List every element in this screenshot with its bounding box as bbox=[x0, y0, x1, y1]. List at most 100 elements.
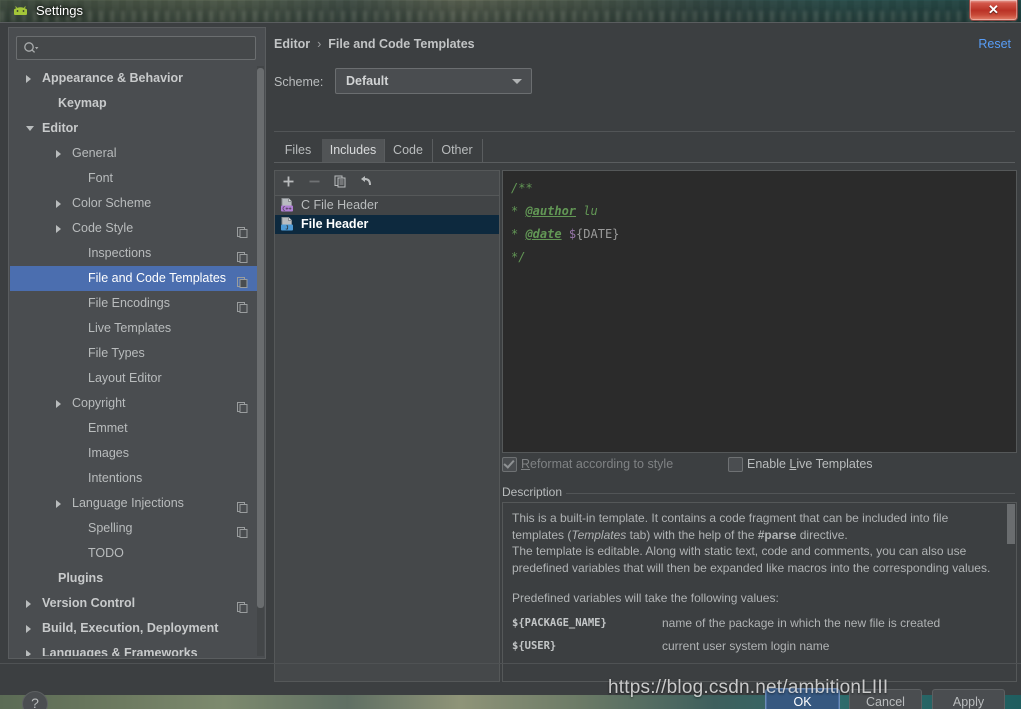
sidebar-item-label: General bbox=[72, 146, 117, 160]
chevron-down-icon[interactable] bbox=[26, 126, 34, 131]
sidebar-item-spelling[interactable]: Spelling bbox=[10, 516, 264, 541]
desc-p1-c: directive. bbox=[796, 527, 848, 542]
code-macro-name: {DATE} bbox=[576, 227, 620, 241]
description-panel: This is a built-in template. It contains… bbox=[502, 502, 1017, 682]
code-line-4: */ bbox=[511, 250, 526, 264]
tab-includes[interactable]: Includes bbox=[322, 139, 385, 162]
template-options: Reformat according to style Enable Live T… bbox=[502, 454, 1015, 474]
template-code-editor[interactable]: /** * @author lu * @date ${DATE} */ bbox=[502, 170, 1017, 453]
search-box[interactable] bbox=[16, 36, 256, 61]
checkbox-label[interactable]: Enable Live Templates bbox=[747, 454, 873, 474]
template-list-item[interactable]: J File Header bbox=[275, 215, 499, 234]
sidebar-item-live-templates[interactable]: Live Templates bbox=[10, 316, 264, 341]
checkbox-enable-live-templates[interactable] bbox=[728, 457, 743, 472]
sidebar-item-file-encodings[interactable]: File Encodings bbox=[10, 291, 264, 316]
code-tag-author: @author bbox=[525, 204, 577, 218]
plus-icon[interactable] bbox=[281, 174, 300, 193]
chevron-right-icon[interactable] bbox=[56, 500, 61, 508]
code-macro-dollar: $ bbox=[568, 227, 577, 241]
template-list-item[interactable]: C++ C File Header bbox=[275, 196, 499, 215]
scheme-dropdown[interactable]: Default bbox=[335, 68, 532, 94]
sidebar-item-label: Layout Editor bbox=[88, 371, 162, 385]
minus-icon bbox=[307, 174, 326, 193]
sidebar-item-build-execution-deployment[interactable]: Build, Execution, Deployment bbox=[10, 616, 264, 641]
template-code[interactable]: /** * @author lu * @date ${DATE} */ bbox=[503, 171, 1016, 269]
chevron-right-icon[interactable] bbox=[26, 625, 31, 633]
sidebar-item-editor[interactable]: Editor bbox=[10, 116, 264, 141]
sidebar-item-inspections[interactable]: Inspections bbox=[10, 241, 264, 266]
help-button[interactable]: ? bbox=[22, 691, 48, 709]
sidebar-item-plugins[interactable]: Plugins bbox=[10, 566, 264, 591]
description-variables-intro: Predefined variables will take the follo… bbox=[512, 591, 779, 605]
sidebar-item-version-control[interactable]: Version Control bbox=[10, 591, 264, 616]
copy-icon[interactable] bbox=[333, 174, 352, 193]
breadcrumb-parent[interactable]: Editor bbox=[274, 37, 310, 51]
chevron-right-icon[interactable] bbox=[56, 200, 61, 208]
sidebar-item-label: Live Templates bbox=[88, 321, 172, 335]
description-label: Description bbox=[502, 485, 569, 499]
template-list[interactable]: C++ C File Header J File Header bbox=[275, 196, 499, 234]
sidebar-item-intentions[interactable]: Intentions bbox=[10, 466, 264, 491]
revert-icon[interactable] bbox=[359, 174, 378, 193]
tab-files[interactable]: Files bbox=[274, 139, 323, 162]
description-text: This is a built-in template. It contains… bbox=[512, 510, 992, 661]
sidebar-item-languages-frameworks[interactable]: Languages & Frameworks bbox=[10, 641, 264, 656]
sidebar-item-code-style[interactable]: Code Style bbox=[10, 216, 264, 241]
sidebar-item-label: Appearance & Behavior bbox=[42, 71, 184, 85]
description-scrollbar-thumb[interactable] bbox=[1007, 504, 1015, 544]
chevron-right-icon[interactable] bbox=[26, 75, 31, 83]
cancel-button[interactable]: Cancel bbox=[849, 689, 922, 709]
sidebar-item-todo[interactable]: TODO bbox=[10, 541, 264, 566]
sidebar-item-emmet[interactable]: Emmet bbox=[10, 416, 264, 441]
chevron-right-icon[interactable] bbox=[56, 150, 61, 158]
sidebar-item-label: Build, Execution, Deployment bbox=[42, 621, 219, 635]
tab-other[interactable]: Other bbox=[432, 139, 483, 162]
sidebar-item-keymap[interactable]: Keymap bbox=[10, 91, 264, 116]
sidebar-item-appearance-behavior[interactable]: Appearance & Behavior bbox=[10, 66, 264, 91]
chevron-right-icon[interactable] bbox=[56, 400, 61, 408]
sidebar-item-copyright[interactable]: Copyright bbox=[10, 391, 264, 416]
sidebar-item-images[interactable]: Images bbox=[10, 441, 264, 466]
header-divider bbox=[274, 131, 1015, 132]
desc-p1-bold: #parse bbox=[757, 527, 797, 542]
reset-link[interactable]: Reset bbox=[978, 37, 1011, 51]
sidebar-item-label: Copyright bbox=[72, 396, 126, 410]
ok-button[interactable]: OK bbox=[766, 689, 839, 709]
search-input[interactable] bbox=[45, 37, 249, 61]
code-line-2-prefix: * bbox=[511, 204, 526, 218]
chevron-right-icon[interactable] bbox=[26, 600, 31, 608]
template-list-panel: C++ C File Header J File Header bbox=[274, 170, 500, 682]
sidebar-item-label: Inspections bbox=[88, 246, 152, 260]
template-list-toolbar bbox=[275, 171, 499, 196]
tab-code[interactable]: Code bbox=[384, 139, 433, 162]
chevron-right-icon[interactable] bbox=[26, 650, 31, 656]
description-variable-row: ${PACKAGE_NAME} name of the package in wh… bbox=[512, 615, 992, 638]
chevron-down-icon bbox=[512, 79, 522, 84]
template-list-item-label: C File Header bbox=[301, 198, 379, 212]
sidebar-item-font[interactable]: Font bbox=[10, 166, 264, 191]
svg-text:C++: C++ bbox=[282, 206, 291, 212]
sidebar-item-label: Version Control bbox=[42, 596, 136, 610]
sidebar-item-label: Code Style bbox=[72, 221, 134, 235]
description-paragraph-1: This is a built-in template. It contains… bbox=[512, 510, 992, 543]
settings-content: Editor › File and Code Templates Reset Sch… bbox=[270, 27, 1017, 682]
sidebar-scrollbar-thumb[interactable] bbox=[257, 68, 264, 608]
sidebar-item-color-scheme[interactable]: Color Scheme bbox=[10, 191, 264, 216]
sidebar-item-file-types[interactable]: File Types bbox=[10, 341, 264, 366]
breadcrumb-current: File and Code Templates bbox=[328, 37, 475, 51]
description-paragraph-2: The template is editable. Along with sta… bbox=[512, 544, 991, 575]
sidebar-item-layout-editor[interactable]: Layout Editor bbox=[10, 366, 264, 391]
sidebar-item-general[interactable]: General bbox=[10, 141, 264, 166]
sidebar-item-label: Spelling bbox=[88, 521, 133, 535]
chevron-right-icon[interactable] bbox=[56, 225, 61, 233]
template-tabs[interactable]: Files Includes Code Other bbox=[274, 139, 1015, 163]
settings-tree[interactable]: Appearance & Behavior Keymap Editor General… bbox=[10, 66, 264, 656]
apply-button[interactable]: Apply bbox=[932, 689, 1005, 709]
sidebar-item-label: File Encodings bbox=[88, 296, 170, 310]
window-title: Settings bbox=[36, 3, 83, 18]
description-variable-desc: current user system login name bbox=[662, 638, 830, 653]
sidebar-item-file-and-code-templates[interactable]: File and Code Templates bbox=[10, 266, 264, 291]
sidebar-item-label: Plugins bbox=[58, 571, 104, 585]
close-icon[interactable]: ✕ bbox=[969, 0, 1018, 21]
sidebar-item-language-injections[interactable]: Language Injections bbox=[10, 491, 264, 516]
